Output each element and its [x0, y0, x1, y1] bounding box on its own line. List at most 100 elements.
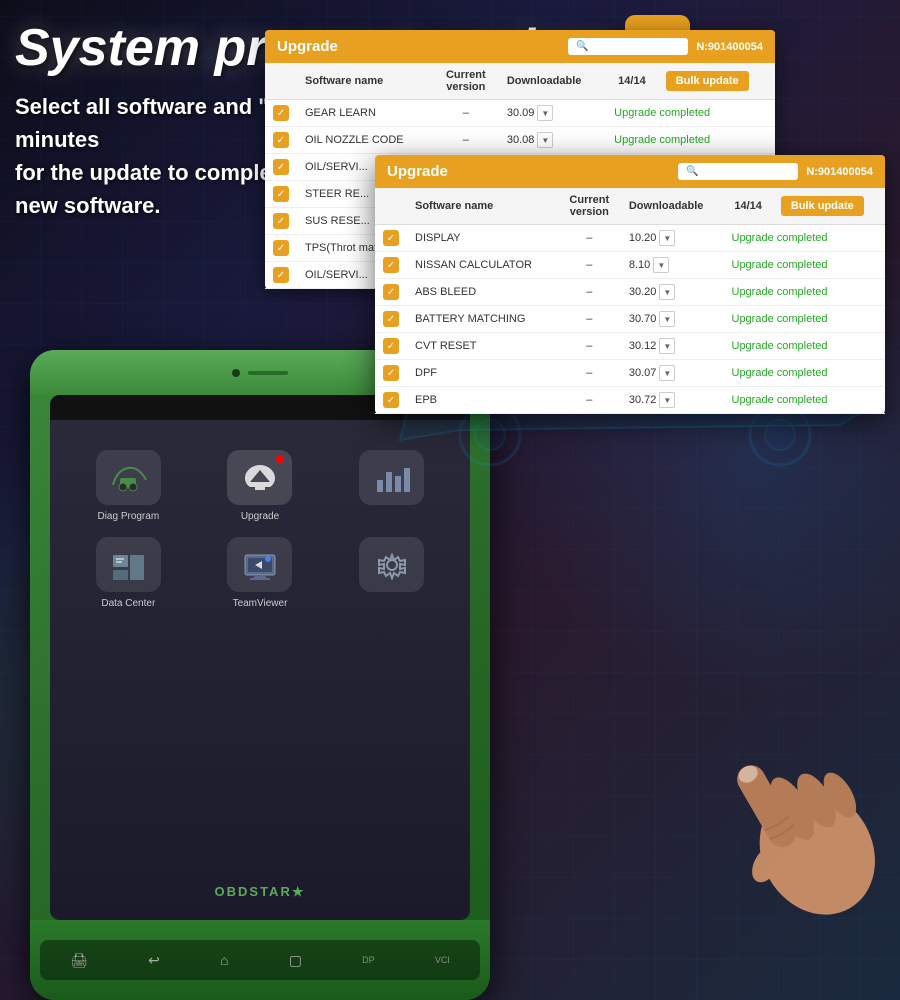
bulk-update-button-back[interactable]: Bulk update: [666, 71, 749, 91]
check-cell[interactable]: ✓: [265, 262, 297, 289]
device-id-front: N:901400054: [806, 166, 873, 178]
dropdown-btn[interactable]: ▼: [659, 392, 675, 408]
search-area-back: 🔍 N:901400054: [568, 38, 763, 55]
table-row: ✓ NISSAN CALCULATOR – 8.10▼ Upgrade comp…: [375, 252, 885, 279]
check-cell[interactable]: ✓: [375, 225, 407, 252]
downloadable-cell: 10.20▼: [621, 225, 724, 252]
check-cell[interactable]: ✓: [265, 235, 297, 262]
app-item-upgrade[interactable]: Upgrade: [202, 450, 319, 522]
table-row: ✓ DISPLAY – 10.20▼ Upgrade completed: [375, 225, 885, 252]
status-cell: Upgrade completed: [724, 279, 886, 306]
software-name: DISPLAY: [407, 225, 558, 252]
dropdown-btn[interactable]: ▼: [659, 284, 675, 300]
table-row: ✓ ABS BLEED – 30.20▼ Upgrade completed: [375, 279, 885, 306]
dropdown-btn[interactable]: ▼: [537, 105, 553, 121]
downloadable-cell: 30.72▼: [621, 387, 724, 414]
checkbox: ✓: [383, 257, 399, 273]
check-cell[interactable]: ✓: [265, 154, 297, 181]
check-cell[interactable]: ✓: [375, 333, 407, 360]
bulk-update-button-front[interactable]: Bulk update: [781, 196, 864, 216]
check-cell[interactable]: ✓: [375, 252, 407, 279]
nav-back-icon[interactable]: ↩: [148, 952, 160, 969]
dropdown-btn[interactable]: ▼: [659, 365, 675, 381]
app-item-datacenter[interactable]: Data Center: [70, 537, 187, 609]
search-area-front: 🔍 N:901400054: [678, 163, 873, 180]
check-cell[interactable]: ✓: [265, 181, 297, 208]
checkbox: ✓: [273, 186, 289, 202]
check-cell[interactable]: ✓: [375, 306, 407, 333]
app-label-datacenter: Data Center: [101, 598, 155, 609]
current-version: –: [433, 100, 499, 127]
checkbox: ✓: [273, 213, 289, 229]
check-col-header-front: [375, 188, 407, 225]
app-icon-teamviewer: [227, 537, 292, 592]
app-icon-diag: [96, 450, 161, 505]
status-cell: Upgrade completed: [606, 127, 775, 154]
dropdown-btn[interactable]: ▼: [537, 132, 553, 148]
checkbox: ✓: [383, 230, 399, 246]
downloadable-cell: 8.10▼: [621, 252, 724, 279]
app-item-diag[interactable]: Diag Program: [70, 450, 187, 522]
current-version: –: [558, 387, 621, 414]
status-cell: Upgrade completed: [606, 100, 775, 127]
check-col-header-back: [265, 63, 297, 100]
check-cell[interactable]: ✓: [375, 279, 407, 306]
dropdown-btn[interactable]: ▼: [653, 257, 669, 273]
status-cell: Upgrade completed: [724, 387, 886, 414]
app-item-settings[interactable]: [333, 537, 450, 609]
status-cell: Upgrade completed: [724, 360, 886, 387]
nav-recent-icon[interactable]: ▢: [289, 952, 302, 969]
check-cell[interactable]: ✓: [265, 208, 297, 235]
current-version: –: [558, 306, 621, 333]
checkbox: ✓: [383, 338, 399, 354]
device-id-back: N:901400054: [696, 41, 763, 53]
status-cell: Upgrade completed: [724, 225, 886, 252]
checkbox: ✓: [273, 159, 289, 175]
software-name: ABS BLEED: [407, 279, 558, 306]
search-box-front[interactable]: 🔍: [678, 163, 798, 180]
nav-print-icon[interactable]: 🖨: [70, 952, 88, 969]
downloadable-cell: 30.07▼: [621, 360, 724, 387]
downloadable-cell: 30.08▼: [499, 127, 606, 154]
current-version: –: [558, 225, 621, 252]
dropdown-btn[interactable]: ▼: [659, 230, 675, 246]
current-version: –: [433, 127, 499, 154]
search-icon-back: 🔍: [576, 41, 588, 52]
software-name: NISSAN CALCULATOR: [407, 252, 558, 279]
status-cell: Upgrade completed: [724, 252, 886, 279]
app-label-upgrade: Upgrade: [241, 511, 279, 522]
check-cell[interactable]: ✓: [375, 360, 407, 387]
checkbox: ✓: [273, 240, 289, 256]
check-cell[interactable]: ✓: [375, 387, 407, 414]
app-label-diag: Diag Program: [97, 511, 159, 522]
status-cell: Upgrade completed: [724, 333, 886, 360]
software-name: DPF: [407, 360, 558, 387]
status-cell: Upgrade completed: [724, 306, 886, 333]
table-row: ✓ EPB – 30.72▼ Upgrade completed: [375, 387, 885, 414]
count-col-header-front: 14/14: [724, 188, 773, 225]
table-row: ✓ BATTERY MATCHING – 30.70▼ Upgrade comp…: [375, 306, 885, 333]
version-col-header-front: Currentversion: [558, 188, 621, 225]
pointing-hand: [660, 670, 880, 950]
upgrade-window-front: Upgrade 🔍 N:901400054 Software name Curr…: [375, 155, 885, 414]
downloadable-cell: 30.12▼: [621, 333, 724, 360]
nav-dp-label: DP: [362, 955, 375, 965]
checkbox: ✓: [383, 365, 399, 381]
dropdown-btn[interactable]: ▼: [659, 338, 675, 354]
check-cell[interactable]: ✓: [265, 127, 297, 154]
app-label-teamviewer: TeamViewer: [233, 598, 288, 609]
current-version: –: [558, 279, 621, 306]
current-version: –: [558, 333, 621, 360]
tablet-nav-bar: 🖨 ↩ ⌂ ▢ DP VCI: [40, 940, 480, 980]
software-name: CVT RESET: [407, 333, 558, 360]
search-icon-front: 🔍: [686, 166, 698, 177]
nav-home-icon[interactable]: ⌂: [220, 952, 228, 968]
app-item-teamviewer[interactable]: TeamViewer: [202, 537, 319, 609]
app-icon-settings: [359, 537, 424, 592]
dropdown-btn[interactable]: ▼: [659, 311, 675, 327]
check-cell[interactable]: ✓: [265, 100, 297, 127]
search-box-back[interactable]: 🔍: [568, 38, 688, 55]
name-col-header-back: Software name: [297, 63, 433, 100]
notification-dot: [276, 455, 284, 463]
software-name: BATTERY MATCHING: [407, 306, 558, 333]
